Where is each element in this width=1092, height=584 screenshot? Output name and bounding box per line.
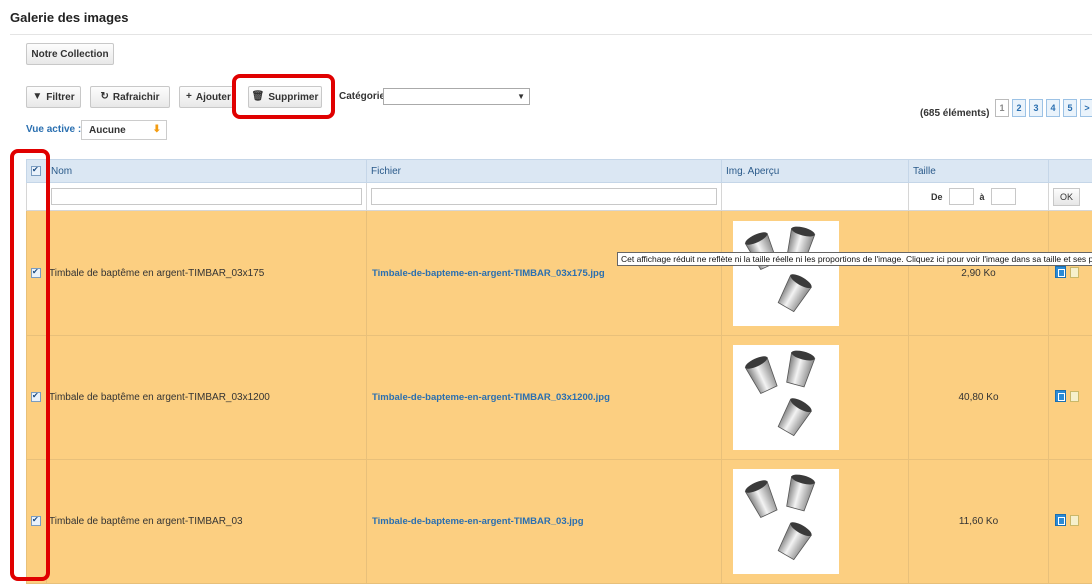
refresh-button[interactable]: ↻ Rafraichir	[90, 86, 170, 108]
size-filter-cell: De à	[909, 183, 1049, 211]
row-size: 11,60 Ko	[909, 460, 1049, 584]
table-row[interactable]: Timbale de baptême en argent-TIMBAR_03x1…	[27, 211, 1092, 336]
file-filter-input[interactable]	[371, 188, 717, 205]
page-4-button[interactable]: 4	[1046, 99, 1060, 117]
size-from-label: De	[931, 192, 943, 202]
row-preview-cell	[722, 211, 909, 336]
table-row[interactable]: Timbale de baptême en argent-TIMBAR_03x1…	[27, 336, 1092, 460]
silver-cups-image	[733, 345, 839, 450]
file-filter-cell	[367, 183, 722, 211]
collection-button-label: Notre Collection	[31, 49, 108, 60]
page-5-button[interactable]: 5	[1063, 99, 1077, 117]
row-size: 40,80 Ko	[909, 336, 1049, 460]
view-image-icon[interactable]	[1055, 390, 1066, 402]
image-thumbnail[interactable]	[733, 345, 839, 450]
page-title: Galerie des images	[10, 10, 129, 25]
page-1-button[interactable]: 1	[995, 99, 1009, 117]
edit-document-icon[interactable]	[1070, 267, 1079, 278]
row-file-link[interactable]: Timbale-de-bapteme-en-argent-TIMBAR_03.j…	[367, 460, 722, 584]
image-thumbnail[interactable]	[733, 221, 839, 326]
column-header-name[interactable]: Nom	[47, 160, 367, 183]
plus-icon: +	[186, 92, 192, 102]
image-thumbnail[interactable]	[733, 469, 839, 574]
silver-cups-image	[733, 221, 839, 326]
row-name: Timbale de baptême en argent-TIMBAR_03	[47, 460, 367, 584]
row-name: Timbale de baptême en argent-TIMBAR_03x1…	[47, 211, 367, 336]
refresh-button-label: Rafraichir	[113, 92, 160, 103]
dropdown-arrow-icon: ▼	[517, 92, 525, 101]
edit-document-icon[interactable]	[1070, 515, 1079, 526]
refresh-icon: ↻	[100, 92, 108, 102]
row-actions	[1049, 211, 1092, 336]
add-button-label: Ajouter	[196, 92, 231, 103]
active-view-value: Aucune	[89, 125, 126, 136]
row-preview-cell	[722, 460, 909, 584]
column-header-file[interactable]: Fichier	[367, 160, 722, 183]
active-view-label: Vue active :	[26, 124, 81, 135]
checkbox-column-highlight	[10, 149, 50, 581]
ok-cell: OK	[1049, 183, 1092, 211]
size-to-input[interactable]	[991, 188, 1016, 205]
row-name: Timbale de baptême en argent-TIMBAR_03x1…	[47, 336, 367, 460]
column-header-preview: Img. Aperçu	[722, 160, 909, 183]
collection-button[interactable]: Notre Collection	[26, 43, 114, 65]
preview-tooltip: Cet affichage réduit ne reflète ni la ta…	[617, 252, 1092, 266]
page-3-button[interactable]: 3	[1029, 99, 1043, 117]
size-to-label: à	[980, 192, 985, 202]
size-from-input[interactable]	[949, 188, 974, 205]
item-count: (685 éléments)	[920, 108, 989, 119]
ok-button[interactable]: OK	[1053, 188, 1080, 206]
delete-button-highlight	[232, 74, 335, 119]
category-select[interactable]: ▼	[383, 88, 530, 105]
add-button[interactable]: + Ajouter	[179, 86, 235, 108]
silver-cups-image	[733, 469, 839, 574]
row-file-link[interactable]: Timbale-de-bapteme-en-argent-TIMBAR_03x1…	[367, 336, 722, 460]
table-row[interactable]: Timbale de baptême en argent-TIMBAR_03 T…	[27, 460, 1092, 584]
chevron-down-icon: ⬇	[153, 124, 161, 135]
row-size: 2,90 Ko	[909, 211, 1049, 336]
row-actions	[1049, 336, 1092, 460]
filter-icon: ▼	[32, 92, 42, 102]
preview-filter-cell	[722, 183, 909, 211]
pagination: 1 2 3 4 5 >	[995, 99, 1092, 117]
filter-button[interactable]: ▼ Filtrer	[26, 86, 81, 108]
row-preview-cell	[722, 336, 909, 460]
column-header-actions	[1049, 160, 1092, 183]
view-image-icon[interactable]	[1055, 514, 1066, 526]
row-actions	[1049, 460, 1092, 584]
name-filter-input[interactable]	[51, 188, 362, 205]
active-view-select[interactable]: Aucune ⬇	[81, 120, 167, 140]
column-header-size[interactable]: Taille	[909, 160, 1049, 183]
view-image-icon[interactable]	[1055, 266, 1066, 278]
row-file-link[interactable]: Timbale-de-bapteme-en-argent-TIMBAR_03x1…	[367, 211, 722, 336]
name-filter-cell	[47, 183, 367, 211]
filter-button-label: Filtrer	[46, 92, 74, 103]
title-divider	[10, 34, 1092, 35]
image-table: Nom Fichier Img. Aperçu Taille De à OK	[26, 159, 1092, 584]
page-2-button[interactable]: 2	[1012, 99, 1026, 117]
edit-document-icon[interactable]	[1070, 391, 1079, 402]
next-page-button[interactable]: >	[1080, 99, 1092, 117]
